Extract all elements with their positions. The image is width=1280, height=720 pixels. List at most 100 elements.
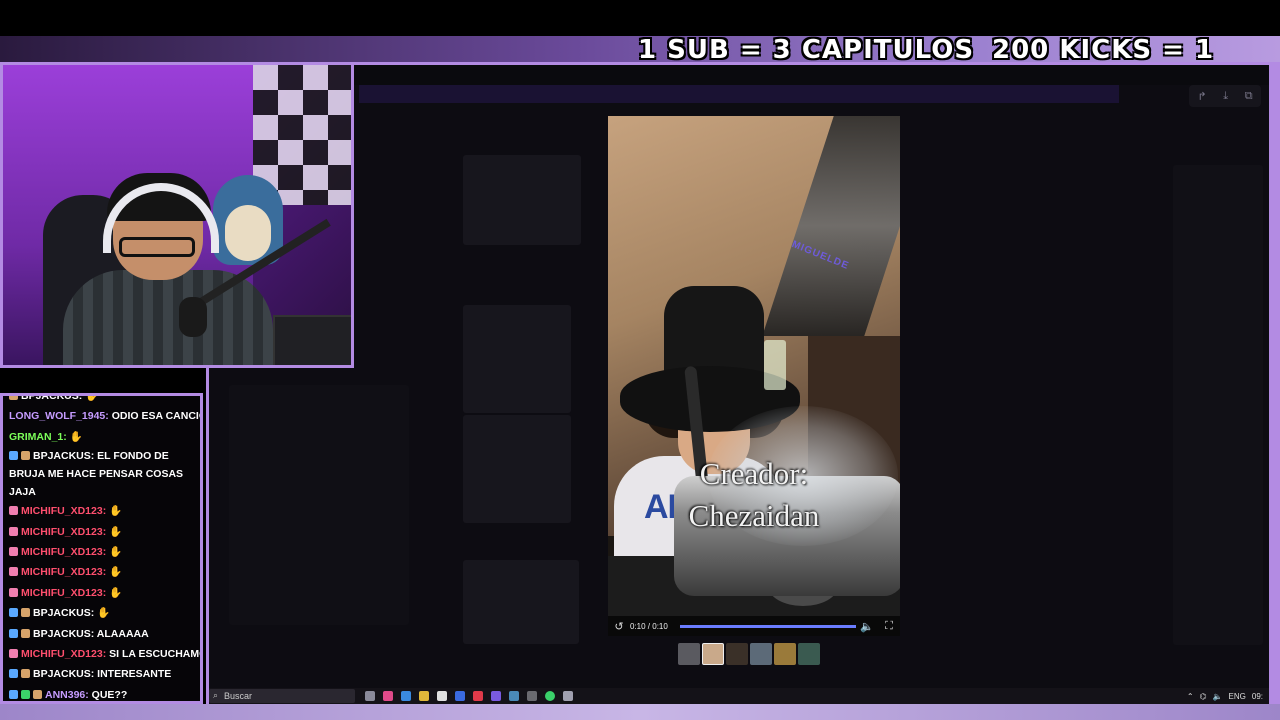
chat-message: MICHIFU_XD123: SI LA ESCUCHAMO xyxy=(9,644,200,664)
spotify-icon[interactable] xyxy=(545,691,555,701)
chat-username[interactable]: BPJACKUS: xyxy=(33,607,94,619)
right-sidebar xyxy=(1173,165,1263,645)
chat-username[interactable]: MICHIFU_XD123: xyxy=(21,526,106,538)
chat-message: BPJACKUS: ✋ xyxy=(9,603,199,623)
chat-message: MICHIFU_XD123: ✋ xyxy=(9,522,199,542)
taskbar-pinned-apps xyxy=(365,691,573,701)
folder-icon[interactable] xyxy=(419,691,429,701)
chat-badge-icon xyxy=(9,567,18,577)
video-glass xyxy=(764,340,786,390)
chat-username[interactable]: BPJACKUS: xyxy=(33,628,94,640)
fullscreen-icon[interactable]: ⛶ xyxy=(878,619,900,633)
top-black-strip xyxy=(0,0,1280,36)
chat-username[interactable]: BPJACKUS: xyxy=(21,396,82,402)
chat-badge-icon xyxy=(9,451,18,461)
glasses xyxy=(119,237,195,257)
media-thumbnail[interactable] xyxy=(750,643,772,665)
feed-thumbnail[interactable] xyxy=(463,415,571,523)
chat-username[interactable]: BPJACKUS: xyxy=(33,450,94,462)
windows-taskbar: ⌕ Buscar ⌃ ⌬ 🔈 ENG 09: xyxy=(209,688,1269,704)
chevron-up-icon[interactable]: ⌃ xyxy=(1187,692,1194,701)
settings-icon[interactable] xyxy=(527,691,537,701)
chat-message: BPJACKUS: ✋ xyxy=(9,393,199,406)
chat-username[interactable]: LONG_WOLF_1945: xyxy=(9,410,109,422)
chat-message: MICHIFU_XD123: ✋ xyxy=(9,542,199,562)
store-icon[interactable] xyxy=(437,691,447,701)
chat-username[interactable]: MICHIFU_XD123: xyxy=(21,546,106,558)
chat-badge-icon xyxy=(9,506,18,516)
video-progress-bar[interactable] xyxy=(680,624,856,628)
stream-chat: BPJACKUS: ✋ LONG_WOLF_1945: ODIO ESA CANC… xyxy=(0,393,203,704)
discord-icon[interactable] xyxy=(491,691,501,701)
browser-toolbar-icons[interactable]: ↱ ⤓ ⧉ xyxy=(1189,85,1261,107)
video-controls: ↺ 0:10 / 0:10 🔈 ⛶ xyxy=(608,616,900,636)
chat-username[interactable]: MICHIFU_XD123: xyxy=(21,587,106,599)
chat-badge-icon xyxy=(9,608,18,618)
download-icon[interactable]: ⤓ xyxy=(1223,89,1228,103)
media-thumbnail[interactable] xyxy=(774,643,796,665)
chat-text: QUE?? xyxy=(88,688,128,701)
media-thumbnail[interactable] xyxy=(678,643,700,665)
chat-message: LONG_WOLF_1945: ODIO ESA CANCION xyxy=(9,406,200,426)
video-time: 0:10 / 0:10 xyxy=(630,621,668,631)
streamer-shirt xyxy=(63,270,273,365)
volume-tray-icon[interactable]: 🔈 xyxy=(1213,692,1223,701)
monitor xyxy=(273,315,351,365)
app-icon[interactable] xyxy=(473,691,483,701)
chat-text: ALAAAAA xyxy=(94,627,149,640)
chat-emote-icon: ✋ xyxy=(106,546,123,559)
feed-thumbnail[interactable] xyxy=(463,560,579,644)
taskbar-search[interactable]: ⌕ Buscar xyxy=(209,689,355,703)
chat-username[interactable]: ANN396: xyxy=(45,689,89,701)
media-thumbnail[interactable] xyxy=(798,643,820,665)
video-player[interactable]: AFJ MIGUELDE xyxy=(608,116,900,636)
app-icon[interactable] xyxy=(383,691,393,701)
chat-message: ANN396: QUE?? xyxy=(9,685,199,701)
video-progress-fill xyxy=(680,624,856,628)
browser-notification-bar xyxy=(359,85,1119,103)
app-icon[interactable] xyxy=(563,691,573,701)
chat-text: ODIO ESA CANCION xyxy=(111,410,200,423)
clock[interactable]: 09: xyxy=(1252,692,1263,701)
open-external-icon[interactable]: ⧉ xyxy=(1245,89,1253,103)
edge-icon[interactable] xyxy=(401,691,411,701)
chat-message: BPJACKUS: INTERESANTE xyxy=(9,664,199,684)
chat-badge-icon xyxy=(9,649,18,659)
chat-message: BPJACKUS: ALAAAAA xyxy=(9,624,199,644)
webcam-feed xyxy=(0,62,354,368)
chat-badge-icon xyxy=(21,608,30,618)
chat-message-list: BPJACKUS: ✋ LONG_WOLF_1945: ODIO ESA CANC… xyxy=(9,396,200,701)
chat-username[interactable]: GRIMAN_1: xyxy=(9,431,67,443)
chat-username[interactable]: MICHIFU_XD123: xyxy=(21,566,106,578)
steam-icon[interactable] xyxy=(509,691,519,701)
replay-icon[interactable]: ↺ xyxy=(608,620,630,633)
chat-badge-icon xyxy=(9,669,18,679)
share-icon[interactable]: ↱ xyxy=(1197,90,1206,103)
chat-badge-icon xyxy=(21,628,30,638)
language-indicator[interactable]: ENG xyxy=(1229,692,1246,701)
chat-badge-icon xyxy=(9,396,18,400)
caption-creator-label: Creador: xyxy=(699,456,809,491)
chat-emote-icon: ✋ xyxy=(66,430,83,443)
media-thumbnail[interactable] xyxy=(702,643,724,665)
task-view-icon[interactable] xyxy=(365,691,375,701)
chat-username[interactable]: MICHIFU_XD123: xyxy=(21,505,106,517)
chat-message: MICHIFU_XD123: ✋ xyxy=(9,583,199,603)
network-icon[interactable]: ⌬ xyxy=(1200,692,1207,701)
chat-badge-icon xyxy=(21,451,30,461)
media-thumbnail[interactable] xyxy=(726,643,748,665)
volume-icon[interactable]: 🔈 xyxy=(856,620,878,633)
chat-badge-icon xyxy=(9,689,18,699)
chat-username[interactable]: BPJACKUS: xyxy=(33,668,94,680)
system-tray: ⌃ ⌬ 🔈 ENG 09: xyxy=(1187,688,1263,704)
microphone xyxy=(179,297,207,337)
chat-badge-icon xyxy=(9,547,18,557)
chat-message: GRIMAN_1: ✋ xyxy=(9,427,199,447)
chat-username[interactable]: MICHIFU_XD123: xyxy=(21,648,106,660)
chat-emote-icon: ✋ xyxy=(82,393,99,402)
chat-message: BPJACKUS: EL FONDO DE BRUJA ME HACE PENS… xyxy=(9,447,199,501)
app-icon[interactable] xyxy=(455,691,465,701)
feed-thumbnail[interactable] xyxy=(463,155,581,245)
chat-badge-icon xyxy=(33,689,42,699)
feed-thumbnail[interactable] xyxy=(463,305,571,413)
